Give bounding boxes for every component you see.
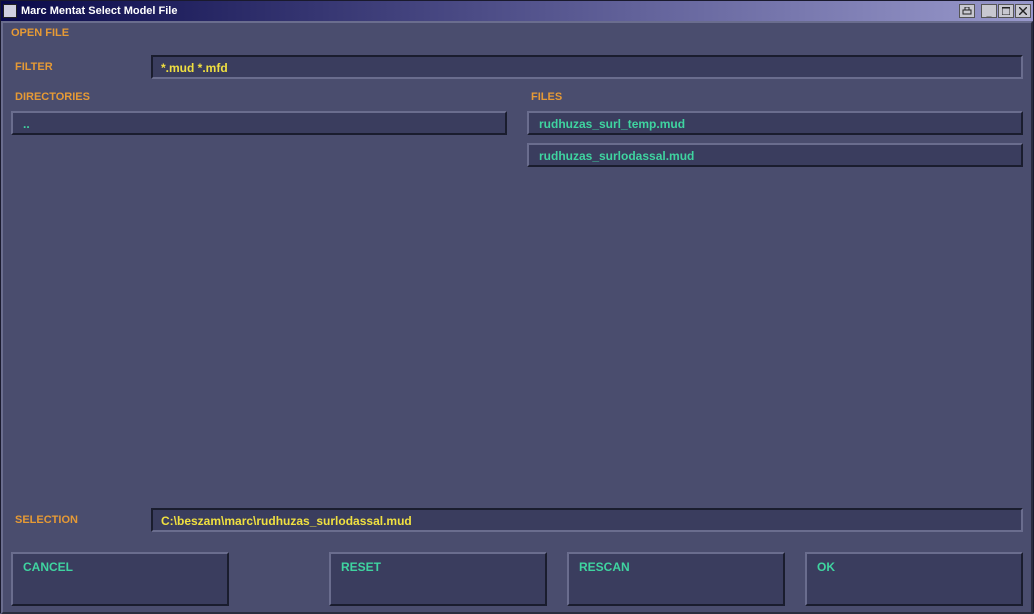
- filter-input[interactable]: *.mud *.mfd: [151, 55, 1023, 79]
- selection-row: SELECTION C:\beszam\marc\rudhuzas_surlod…: [11, 508, 1023, 532]
- dialog-window: Marc Mentat Select Model File _ OPEN FIL…: [0, 0, 1034, 613]
- print-icon[interactable]: [959, 4, 975, 18]
- minimize-button[interactable]: _: [981, 4, 997, 18]
- directories-column: DIRECTORIES ..: [11, 91, 507, 175]
- titlebar[interactable]: Marc Mentat Select Model File _: [1, 1, 1033, 21]
- file-item[interactable]: rudhuzas_surlodassal.mud: [527, 143, 1023, 167]
- maximize-button[interactable]: [998, 4, 1014, 18]
- ok-button[interactable]: OK: [805, 552, 1023, 606]
- close-button[interactable]: [1015, 4, 1031, 18]
- files-column: FILES rudhuzas_surl_temp.mud rudhuzas_su…: [527, 91, 1023, 175]
- spacer: [249, 552, 309, 606]
- rescan-button[interactable]: RESCAN: [567, 552, 785, 606]
- client-area: OPEN FILE FILTER *.mud *.mfd DIRECTORIES…: [1, 21, 1033, 614]
- window-title: Marc Mentat Select Model File: [21, 5, 959, 17]
- selection-label: SELECTION: [11, 514, 151, 526]
- directories-label: DIRECTORIES: [11, 91, 507, 111]
- lists-area: DIRECTORIES .. FILES rudhuzas_surl_temp.…: [3, 85, 1031, 175]
- filter-label: FILTER: [11, 61, 151, 73]
- directory-item[interactable]: ..: [11, 111, 507, 135]
- app-icon: [3, 4, 17, 18]
- action-row: CANCEL RESET RESCAN OK: [11, 552, 1023, 606]
- files-label: FILES: [527, 91, 1023, 111]
- panel-header: OPEN FILE: [3, 23, 1031, 41]
- cancel-button[interactable]: CANCEL: [11, 552, 229, 606]
- reset-button[interactable]: RESET: [329, 552, 547, 606]
- selection-input[interactable]: C:\beszam\marc\rudhuzas_surlodassal.mud: [151, 508, 1023, 532]
- filter-row: FILTER *.mud *.mfd: [3, 41, 1031, 85]
- titlebar-controls: _: [959, 4, 1031, 18]
- file-item[interactable]: rudhuzas_surl_temp.mud: [527, 111, 1023, 135]
